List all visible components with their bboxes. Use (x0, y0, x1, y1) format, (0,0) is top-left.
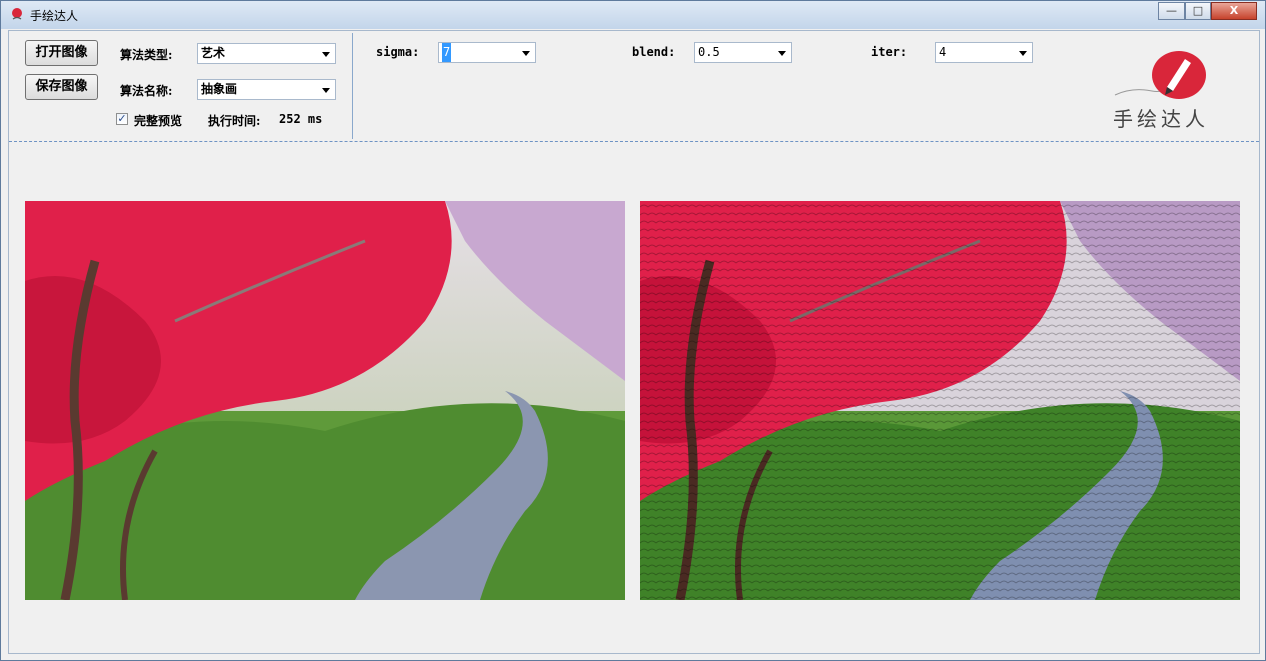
app-icon (12, 8, 22, 20)
original-image (25, 201, 625, 600)
exec-time-label: 执行时间: (208, 114, 261, 128)
iter-value: 4 (939, 45, 947, 59)
sigma-value: 7 (442, 43, 452, 62)
iter-select[interactable]: 4 (935, 42, 1033, 63)
exec-time-value: 252 ms (279, 112, 323, 126)
main-panel: 打开图像 保存图像 算法类型: 艺术 算法名称: 抽象画 ✓ 完整预览 执行时间… (8, 30, 1260, 654)
full-preview-label: 完整预览 (134, 114, 183, 128)
processed-image-canvas (640, 201, 1240, 600)
blend-label: blend: (632, 45, 676, 59)
save-image-button[interactable]: 保存图像 (25, 74, 98, 100)
blend-value: 0.5 (698, 45, 720, 59)
window-title: 手绘达人 (30, 9, 79, 23)
full-preview-checkbox[interactable]: ✓ (116, 113, 128, 125)
logo-pencil-icon (1114, 51, 1206, 99)
app-window: 手绘达人 — □ X 打开图像 保存图像 算法类型: 艺术 算法名称: 抽象画 … (0, 0, 1266, 661)
chevron-down-icon (322, 88, 330, 93)
minimize-button[interactable]: — (1158, 2, 1185, 20)
chevron-down-icon (522, 51, 530, 56)
chevron-down-icon (778, 51, 786, 56)
section-divider (9, 141, 1259, 142)
title-bar[interactable]: 手绘达人 — □ X (1, 1, 1265, 29)
algo-name-label: 算法名称: (120, 84, 173, 98)
sigma-select[interactable]: 7 (438, 42, 536, 63)
logo: 手绘达人 (1107, 47, 1232, 131)
algo-type-label: 算法类型: (120, 48, 173, 62)
chevron-down-icon (322, 52, 330, 57)
algo-type-select[interactable]: 艺术 (197, 43, 336, 64)
open-image-button[interactable]: 打开图像 (25, 40, 98, 66)
chevron-down-icon (1019, 51, 1027, 56)
processed-image (640, 201, 1240, 600)
iter-label: iter: (871, 45, 908, 59)
algo-name-select[interactable]: 抽象画 (197, 79, 336, 100)
blend-select[interactable]: 0.5 (694, 42, 792, 63)
algo-name-value: 抽象画 (201, 82, 238, 96)
algo-type-value: 艺术 (201, 46, 226, 60)
original-image-canvas (25, 201, 625, 600)
divider (352, 33, 353, 139)
maximize-button[interactable]: □ (1185, 2, 1211, 20)
sigma-label: sigma: (376, 45, 420, 59)
close-button[interactable]: X (1211, 2, 1257, 20)
logo-text: 手绘达人 (1113, 107, 1209, 131)
